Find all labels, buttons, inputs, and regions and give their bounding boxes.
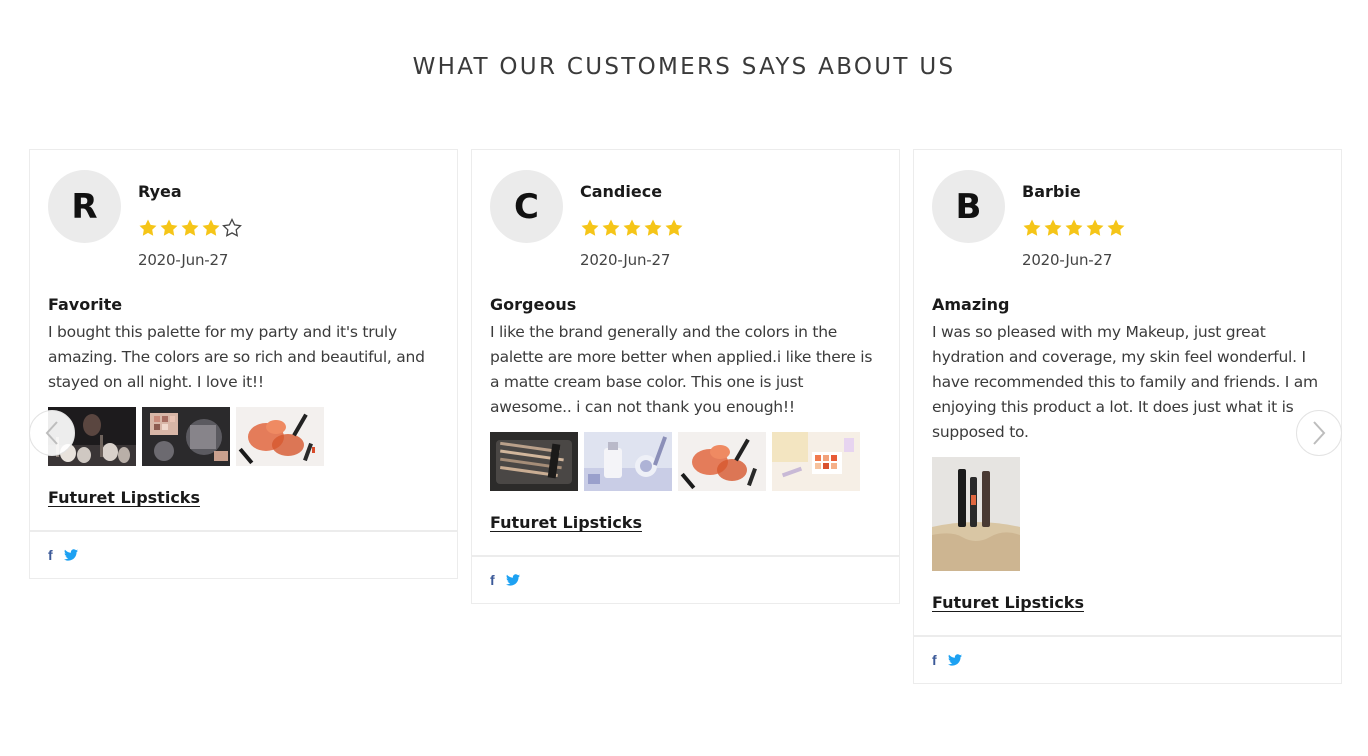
star-filled-icon	[138, 218, 158, 238]
lipsticks-photo[interactable]	[236, 407, 324, 466]
brush-set-photo[interactable]	[490, 432, 578, 491]
chevron-left-icon	[44, 420, 60, 446]
star-filled-icon	[1106, 218, 1126, 238]
review-card: R Ryea 2020-Jun-27 Favorite I bought thi…	[29, 149, 458, 579]
review-date: 2020-Jun-27	[580, 251, 671, 269]
cosmetics-bottles-photo[interactable]	[584, 432, 672, 491]
star-filled-icon	[159, 218, 179, 238]
lipsticks-photo[interactable]	[678, 432, 766, 491]
avatar: R	[48, 170, 121, 243]
star-filled-icon	[1022, 218, 1042, 238]
twitter-icon[interactable]	[63, 549, 78, 561]
review-text: I was so pleased with my Makeup, just gr…	[932, 323, 1318, 441]
star-rating	[580, 218, 684, 238]
section-title: WHAT OUR CUSTOMERS SAYS ABOUT US	[412, 54, 956, 80]
facebook-icon[interactable]: f	[932, 652, 937, 668]
twitter-icon[interactable]	[505, 574, 520, 586]
facebook-icon[interactable]: f	[490, 572, 495, 588]
product-link[interactable]: Futuret Lipsticks	[490, 513, 642, 532]
carousel-prev-button[interactable]	[29, 410, 75, 456]
review-text: I bought this palette for my party and i…	[48, 323, 425, 391]
carousel-next-button[interactable]	[1296, 410, 1342, 456]
star-filled-icon	[622, 218, 642, 238]
palette-flatlay-photo[interactable]	[772, 432, 860, 491]
reviewer-name: Candiece	[580, 182, 663, 201]
star-filled-icon	[1085, 218, 1105, 238]
reviewer-name: Ryea	[138, 182, 182, 201]
review-title: Favorite	[48, 295, 123, 314]
avatar: B	[932, 170, 1005, 243]
star-filled-icon	[664, 218, 684, 238]
mascara-products-photo[interactable]	[932, 457, 1020, 571]
star-filled-icon	[201, 218, 221, 238]
review-card: B Barbie 2020-Jun-27 Amazing I was so pl…	[913, 149, 1342, 684]
star-filled-icon	[180, 218, 200, 238]
chevron-right-icon	[1311, 420, 1327, 446]
star-filled-icon	[1043, 218, 1063, 238]
facebook-icon[interactable]: f	[48, 547, 53, 563]
star-filled-icon	[1064, 218, 1084, 238]
review-card: C Candiece 2020-Jun-27 Gorgeous I like t…	[471, 149, 900, 604]
product-link[interactable]: Futuret Lipsticks	[932, 593, 1084, 612]
twitter-icon[interactable]	[947, 654, 962, 666]
star-filled-icon	[601, 218, 621, 238]
review-title: Amazing	[932, 295, 1010, 314]
review-date: 2020-Jun-27	[1022, 251, 1113, 269]
review-title: Gorgeous	[490, 295, 577, 314]
star-rating	[138, 218, 242, 238]
eyeshadow-palette-photo[interactable]	[142, 407, 230, 466]
review-date: 2020-Jun-27	[138, 251, 229, 269]
star-filled-icon	[580, 218, 600, 238]
star-rating	[1022, 218, 1126, 238]
star-empty-icon	[222, 218, 242, 238]
star-filled-icon	[643, 218, 663, 238]
product-link[interactable]: Futuret Lipsticks	[48, 488, 200, 507]
reviewer-name: Barbie	[1022, 182, 1081, 201]
avatar: C	[490, 170, 563, 243]
review-text: I like the brand generally and the color…	[490, 323, 873, 416]
